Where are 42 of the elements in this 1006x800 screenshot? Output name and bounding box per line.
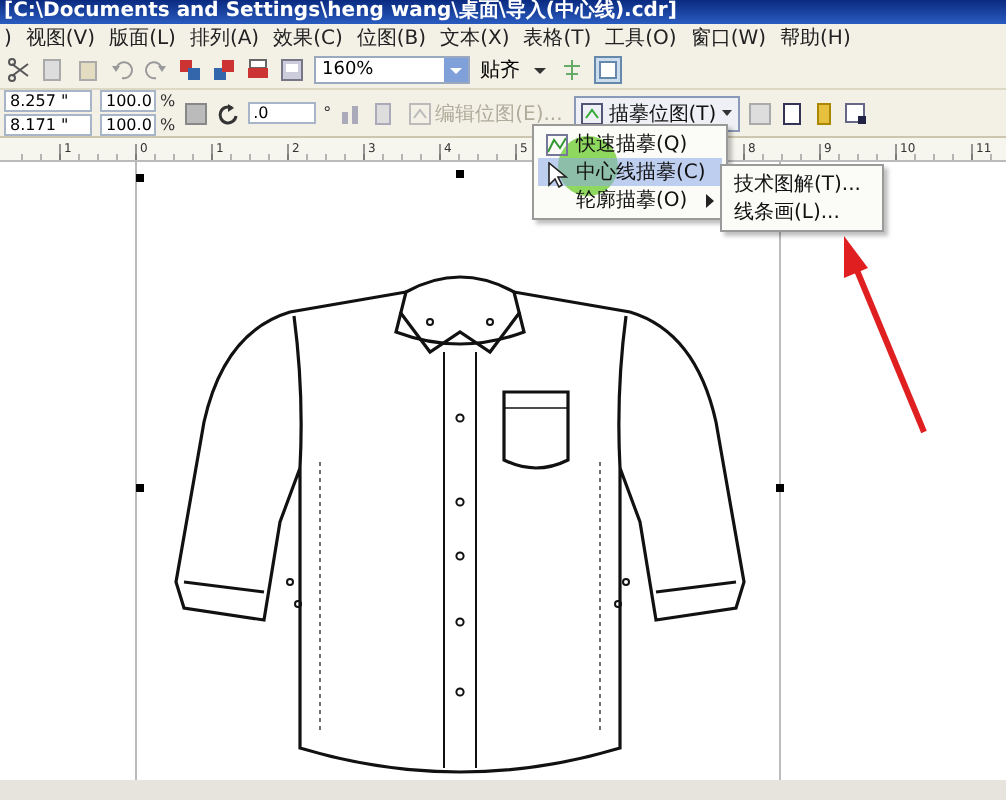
menu-item[interactable]: 排列(A) [185,26,264,53]
menu-item[interactable]: 技术图解(T)... [726,170,878,198]
menu-item[interactable]: 文本(X) [436,26,514,53]
undo-icon[interactable] [110,58,134,83]
selection-handle[interactable] [456,170,464,178]
menu-item[interactable]: 线条画(L)... [726,198,878,226]
percent-label: % [160,91,176,111]
menu-item[interactable]: 帮助(H) [776,26,855,53]
zoom-dropdown[interactable]: 160% [314,56,470,85]
scale-field[interactable]: 100.0 [100,114,156,136]
y-position-field[interactable]: 8.171 " [4,114,92,136]
bitmap-icon [580,101,605,125]
percent-label: % [160,115,176,135]
menu-item[interactable]: 表格(T) [519,26,596,53]
selection-handle[interactable] [776,484,784,492]
redo-icon[interactable] [144,58,168,83]
menu-item[interactable]: ) [0,26,16,53]
printer-icon[interactable] [246,58,270,83]
bitmap-icon [407,101,432,125]
snap-button[interactable]: 贴齐 [480,56,520,85]
rotation-field[interactable]: .0 [247,102,316,124]
copy-icon[interactable] [42,58,66,83]
cut-icon[interactable] [8,58,32,83]
menu-item[interactable]: 位图(B) [352,26,431,53]
paste-icon[interactable] [76,58,100,83]
menu-item[interactable]: 轮廓描摹(O) [538,186,722,214]
selection-handle[interactable] [136,484,144,492]
menu-item[interactable]: 窗口(W) [686,26,771,53]
quick-trace-icon [546,133,568,155]
caret-icon [444,58,468,83]
menu-item[interactable]: 版面(L) [105,26,180,53]
menu-item[interactable]: 中心线描摹(C) [538,158,722,186]
cursor-icon [548,162,568,188]
selection-handle[interactable] [136,174,144,182]
rotate-icon [215,101,240,125]
menu-item[interactable]: 工具(O) [601,26,681,53]
caret-icon [720,106,735,120]
menu-item[interactable]: 视图(V) [21,26,100,53]
menu-item[interactable]: 效果(C) [269,26,347,53]
scale-field[interactable]: 100.0 [100,90,156,112]
x-position-field[interactable]: 8.257 " [4,90,92,112]
degree-label: ° [323,103,332,123]
